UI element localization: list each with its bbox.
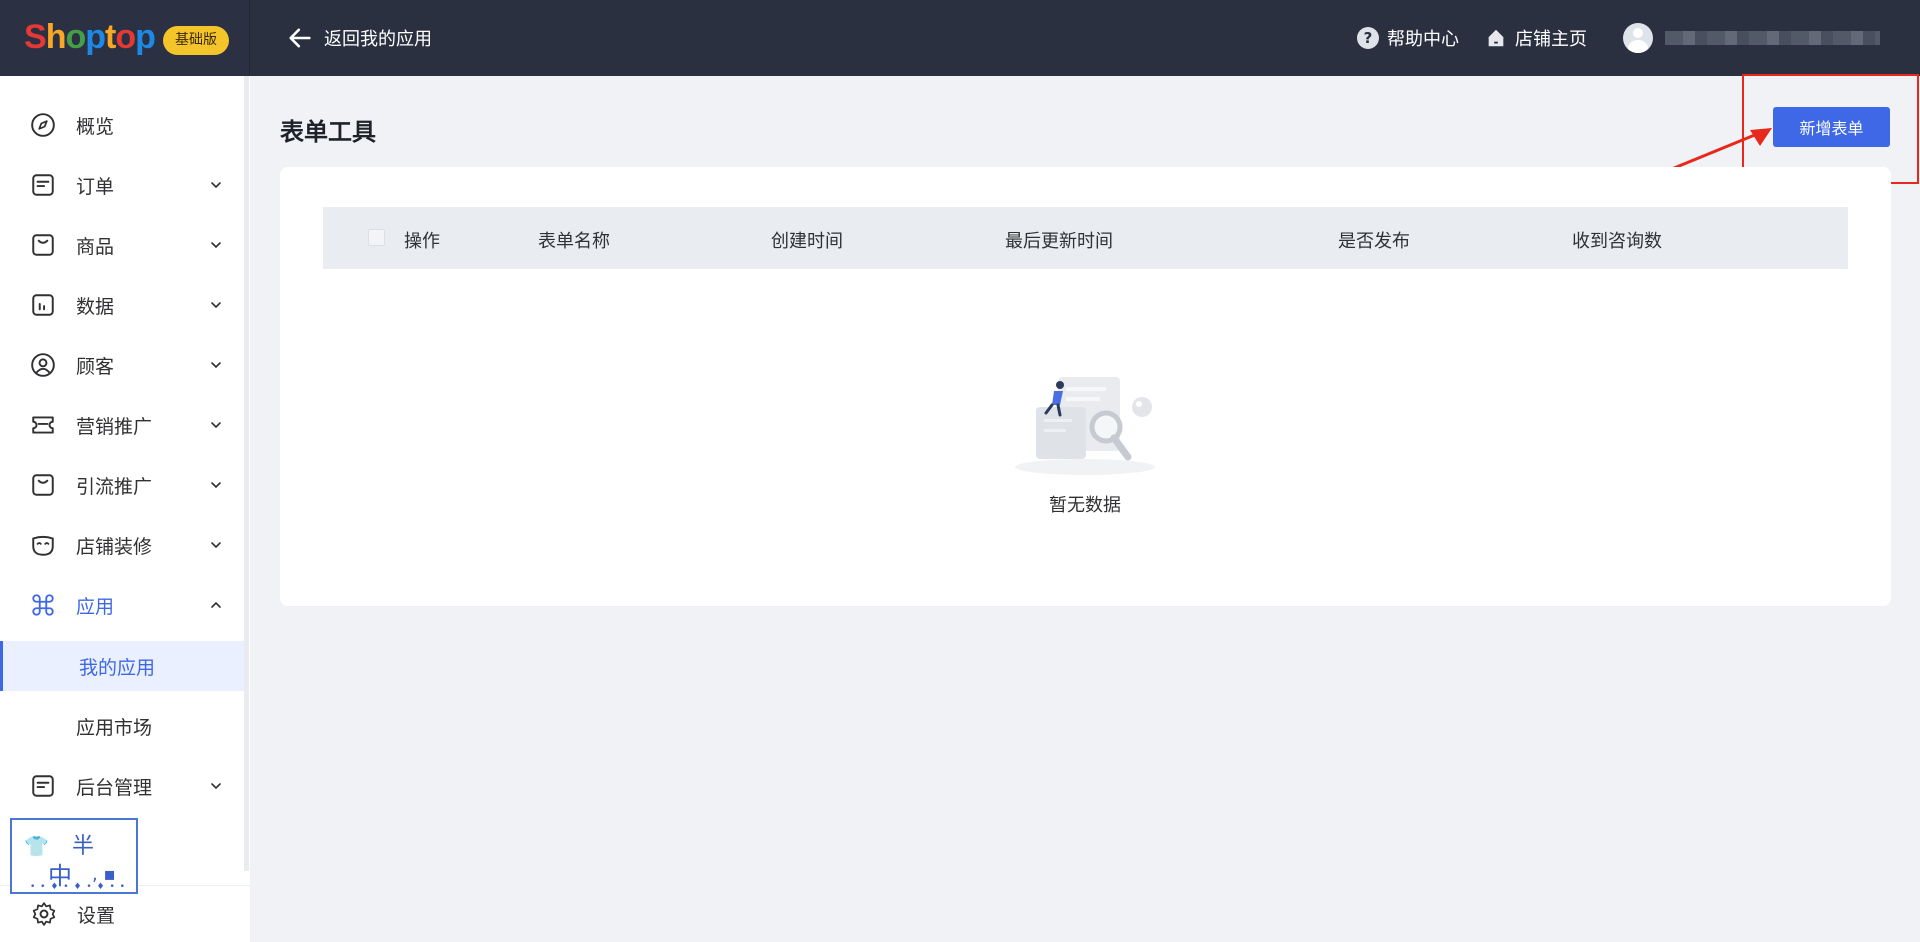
chevron-down-icon: [211, 242, 221, 249]
sidebar-item-data[interactable]: 数据: [0, 276, 244, 334]
sidebar-scrollbar[interactable]: [244, 76, 249, 871]
ticket-icon: [32, 416, 54, 434]
sidebar-item-marketing[interactable]: 营销推广: [0, 396, 244, 454]
sidebar-item-label: 应用: [76, 595, 115, 618]
sidebar-item-products[interactable]: 商品: [0, 216, 244, 274]
sidebar-item-label: 引流推广: [76, 475, 153, 498]
user-icon: [31, 353, 55, 377]
chevron-down-icon: [211, 182, 221, 189]
chevron-down-icon: [211, 783, 221, 790]
select-all-checkbox[interactable]: [368, 229, 385, 246]
settings-label: 设置: [77, 904, 116, 927]
plan-badge: 基础版: [163, 26, 229, 55]
column-header-created-time: 创建时间: [771, 231, 843, 252]
sidebar-item-traffic[interactable]: 引流推广: [0, 456, 244, 514]
sidebar-item-label: 概览: [76, 115, 115, 138]
sidebar-subitem-label: 应用市场: [76, 716, 153, 739]
logo-area: Shoptop 基础版: [0, 0, 250, 76]
table-header: 操作 表单名称 创建时间 最后更新时间 是否发布 收到咨询数: [323, 207, 1848, 269]
empty-state: 暂无数据: [1000, 367, 1170, 517]
column-header-published: 是否发布: [1338, 231, 1410, 252]
shoptop-logo[interactable]: Shoptop: [24, 18, 156, 57]
sidebar-item-store-design[interactable]: 店铺装修: [0, 516, 244, 574]
help-center-label: 帮助中心: [1387, 29, 1459, 50]
logo-letter: p: [135, 18, 156, 56]
gear-icon: [32, 902, 56, 926]
top-bar: Shoptop 基础版 返回我的应用 ? 帮助中心 店铺主页: [0, 0, 1920, 76]
logo-letter: o: [115, 18, 136, 56]
logo-letter: S: [24, 18, 47, 56]
logo-letter: o: [65, 18, 86, 56]
chevron-down-icon: [211, 482, 221, 489]
store-home-label: 店铺主页: [1515, 29, 1587, 50]
column-header-updated-time: 最后更新时间: [1005, 231, 1113, 252]
username-blurred: [1665, 31, 1880, 45]
chevron-up-icon: [211, 601, 221, 608]
ime-half-width-toggle[interactable]: 半: [72, 828, 94, 860]
help-center-link[interactable]: ? 帮助中心: [1357, 25, 1459, 51]
forms-table-card: 操作 表单名称 创建时间 最后更新时间 是否发布 收到咨询数 暂无数据: [280, 167, 1891, 606]
sidebar-item-customers[interactable]: 顾客: [0, 336, 244, 394]
sidebar-subitem-label: 我的应用: [79, 656, 156, 679]
empty-state-text: 暂无数据: [1049, 495, 1121, 516]
sidebar-subitem-app-market[interactable]: 应用市场: [0, 701, 244, 751]
chevron-down-icon: [211, 542, 221, 549]
column-header-inquiries: 收到咨询数: [1572, 231, 1662, 252]
question-icon: ?: [1357, 27, 1379, 49]
sidebar-item-orders[interactable]: 订单: [0, 156, 244, 214]
sidebar-item-label: 营销推广: [76, 415, 153, 438]
sidebar-item-label: 数据: [76, 295, 115, 318]
apps-icon: [32, 594, 54, 616]
bag-icon: [32, 234, 54, 256]
ime-dots-decoration: • • ♦ • ♦ • ♦ • •: [30, 882, 126, 892]
sidebar-subitem-my-apps[interactable]: 我的应用: [0, 641, 244, 691]
logo-letter: h: [45, 18, 67, 56]
sidebar-item-label: 商品: [76, 235, 115, 258]
store-icon: [1488, 29, 1504, 47]
shirt-icon[interactable]: 👕: [24, 834, 49, 858]
chevron-down-icon: [211, 422, 221, 429]
sidebar-item-label: 店铺装修: [76, 535, 153, 558]
back-to-my-apps-link[interactable]: 返回我的应用: [286, 24, 432, 52]
bag-icon: [32, 474, 54, 496]
store-home-link[interactable]: 店铺主页: [1485, 25, 1587, 51]
top-right-nav: ? 帮助中心 店铺主页: [1357, 0, 1880, 76]
user-menu[interactable]: [1623, 23, 1880, 53]
mask-icon: [32, 535, 54, 556]
order-icon: [32, 174, 54, 196]
arrow-left-icon: [289, 28, 311, 48]
chevron-down-icon: [211, 362, 221, 369]
column-header-form-name: 表单名称: [538, 231, 610, 252]
back-label: 返回我的应用: [324, 29, 432, 50]
avatar: [1623, 23, 1653, 53]
logo-letter: p: [85, 18, 106, 56]
column-header-actions: 操作: [404, 231, 440, 252]
compass-icon: [31, 113, 55, 137]
sidebar-item-label: 后台管理: [76, 776, 153, 799]
page-title: 表单工具: [280, 118, 376, 146]
sidebar-item-label: 顾客: [76, 355, 115, 378]
sidebar-item-apps[interactable]: 应用: [0, 576, 244, 634]
empty-data-illustration-icon: [1015, 377, 1155, 475]
sidebar-item-label: 订单: [76, 175, 115, 198]
logo-letter: t: [105, 18, 116, 56]
order-icon: [32, 775, 54, 797]
chevron-down-icon: [211, 302, 221, 309]
ime-toolbar[interactable]: 👕 半 中 , ▪ • • ♦ • ♦ • ♦ • •: [10, 818, 138, 894]
sidebar-item-overview[interactable]: 概览: [0, 96, 244, 154]
sidebar-item-admin[interactable]: 后台管理: [0, 757, 244, 815]
chart-icon: [32, 294, 54, 316]
